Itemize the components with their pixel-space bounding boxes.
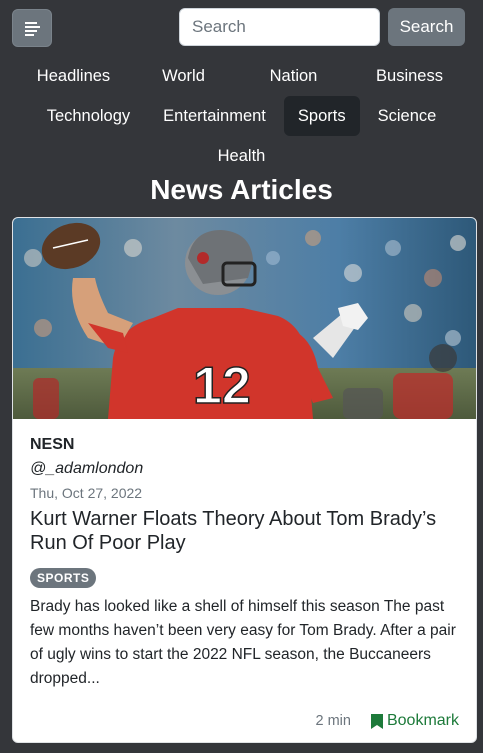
nav-item-entertainment[interactable]: Entertainment: [153, 96, 276, 136]
nav-item-science[interactable]: Science: [368, 96, 447, 136]
nav-item-technology[interactable]: Technology: [37, 96, 140, 136]
nav-item-nation[interactable]: Nation: [244, 56, 344, 96]
category-badge: SPORTS: [30, 568, 97, 588]
article-description: Brady has looked like a shell of himself…: [30, 598, 456, 687]
category-nav: Headlines World Nation Business Technolo…: [0, 56, 483, 176]
bookmark-button[interactable]: Bookmark: [370, 712, 459, 730]
article-image[interactable]: 12: [13, 218, 476, 419]
nav-item-headlines[interactable]: Headlines: [24, 56, 124, 96]
article-author: @_adamlondon: [30, 460, 144, 477]
article-body: NESN @_adamlondon Thu, Oct 27, 2022 Kurt…: [30, 436, 460, 691]
nav-item-health[interactable]: Health: [208, 136, 276, 176]
article-date: Thu, Oct 27, 2022: [30, 485, 143, 501]
search-button[interactable]: Search: [388, 8, 465, 46]
bookmark-label: Bookmark: [386, 712, 459, 729]
nav-item-sports[interactable]: Sports: [283, 96, 360, 136]
nav-item-business[interactable]: Business: [360, 56, 460, 96]
search-input[interactable]: [179, 8, 380, 46]
article-card[interactable]: 12 NESN @_adamlondon Thu, Oct 27, 2022 K…: [12, 217, 477, 743]
article-footer: 2 min Bookmark: [316, 712, 460, 730]
top-bar: Search: [0, 0, 483, 56]
article-title[interactable]: Kurt Warner Floats Theory About Tom Brad…: [30, 507, 460, 555]
read-time: 2 min: [315, 713, 351, 729]
bookmark-icon: [370, 713, 383, 729]
nav-item-world[interactable]: World: [134, 56, 234, 96]
menu-toggle-button[interactable]: [12, 9, 52, 47]
hamburger-icon: [25, 22, 40, 36]
page-title: News Articles: [150, 174, 333, 205]
svg-text:12: 12: [193, 357, 251, 415]
article-source: NESN: [30, 436, 75, 453]
